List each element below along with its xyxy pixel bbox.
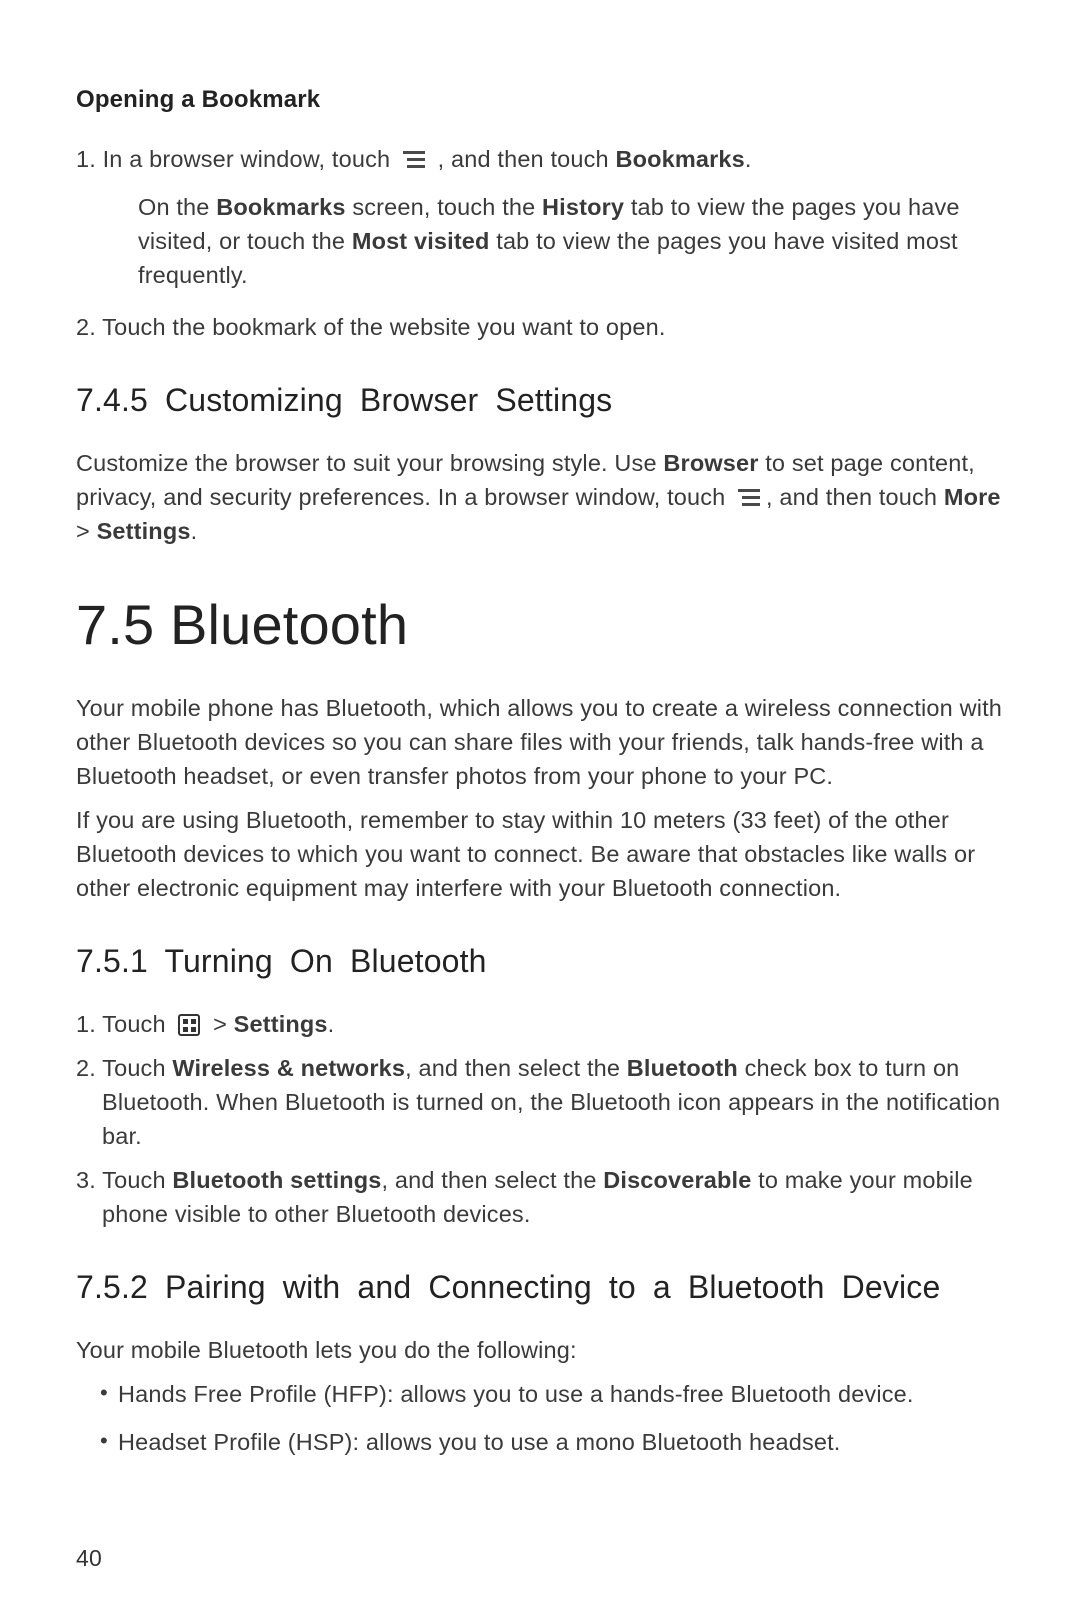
- text: 2. Touch: [76, 1055, 172, 1081]
- paragraph: If you are using Bluetooth, remember to …: [76, 803, 1004, 905]
- text: , and then touch: [438, 146, 616, 172]
- bold: Bookmarks: [615, 146, 744, 172]
- bold: Settings: [97, 518, 191, 544]
- nested-note: On the Bookmarks screen, touch the Histo…: [138, 190, 1004, 292]
- bold: Bookmarks: [216, 194, 345, 220]
- page-number: 40: [76, 1541, 1004, 1576]
- heading-7-4-5: 7.4.5 Customizing Browser Settings: [76, 376, 1004, 424]
- opening-bookmark-steps: 1. In a browser window, touch , and then…: [76, 142, 1004, 344]
- step-1: 1. In a browser window, touch , and then…: [76, 142, 1004, 292]
- bold: Discoverable: [603, 1167, 751, 1193]
- menu-icon: [403, 151, 425, 169]
- bold: More: [944, 484, 1001, 510]
- text: .: [191, 518, 198, 544]
- text: , and then select the: [382, 1167, 604, 1193]
- step-3: 3. Touch Bluetooth settings, and then se…: [76, 1163, 1004, 1231]
- text: , and then select the: [405, 1055, 627, 1081]
- text: >: [76, 518, 97, 544]
- bold: Settings: [234, 1011, 328, 1037]
- turning-on-bluetooth-steps: 1. Touch > Settings. 2. Touch Wireless &…: [76, 1007, 1004, 1231]
- heading-7-5-2: 7.5.2 Pairing with and Connecting to a B…: [76, 1263, 1004, 1311]
- text: screen, touch the: [346, 194, 542, 220]
- step-2: 2. Touch the bookmark of the website you…: [76, 310, 1004, 344]
- heading-7-5: 7.5 Bluetooth: [76, 583, 1004, 667]
- bold: Browser: [663, 450, 758, 476]
- text: .: [328, 1011, 335, 1037]
- paragraph: Customize the browser to suit your brows…: [76, 446, 1004, 548]
- text: 1. In a browser window, touch: [76, 146, 390, 172]
- bold: Wireless & networks: [172, 1055, 405, 1081]
- text: Customize the browser to suit your brows…: [76, 450, 663, 476]
- step-1: 1. Touch > Settings.: [76, 1007, 1004, 1041]
- bold: Bluetooth settings: [172, 1167, 381, 1193]
- text: , and then touch: [766, 484, 944, 510]
- step-2: 2. Touch Wireless & networks, and then s…: [76, 1051, 1004, 1153]
- paragraph: Your mobile phone has Bluetooth, which a…: [76, 691, 1004, 793]
- bluetooth-profiles-list: Hands Free Profile (HFP): allows you to …: [76, 1377, 1004, 1459]
- text: >: [206, 1011, 233, 1037]
- heading-7-5-1: 7.5.1 Turning On Bluetooth: [76, 937, 1004, 985]
- menu-icon: [738, 489, 760, 507]
- paragraph: Your mobile Bluetooth lets you do the fo…: [76, 1333, 1004, 1367]
- heading-opening-a-bookmark: Opening a Bookmark: [76, 82, 1004, 118]
- bold: Bluetooth: [627, 1055, 738, 1081]
- bold: History: [542, 194, 624, 220]
- text: 1. Touch: [76, 1011, 172, 1037]
- apps-grid-icon: [178, 1014, 200, 1036]
- list-item: Headset Profile (HSP): allows you to use…: [76, 1425, 1004, 1459]
- text: .: [745, 146, 752, 172]
- text: 3. Touch: [76, 1167, 172, 1193]
- list-item: Hands Free Profile (HFP): allows you to …: [76, 1377, 1004, 1411]
- text: On the: [138, 194, 216, 220]
- bold: Most visited: [352, 228, 490, 254]
